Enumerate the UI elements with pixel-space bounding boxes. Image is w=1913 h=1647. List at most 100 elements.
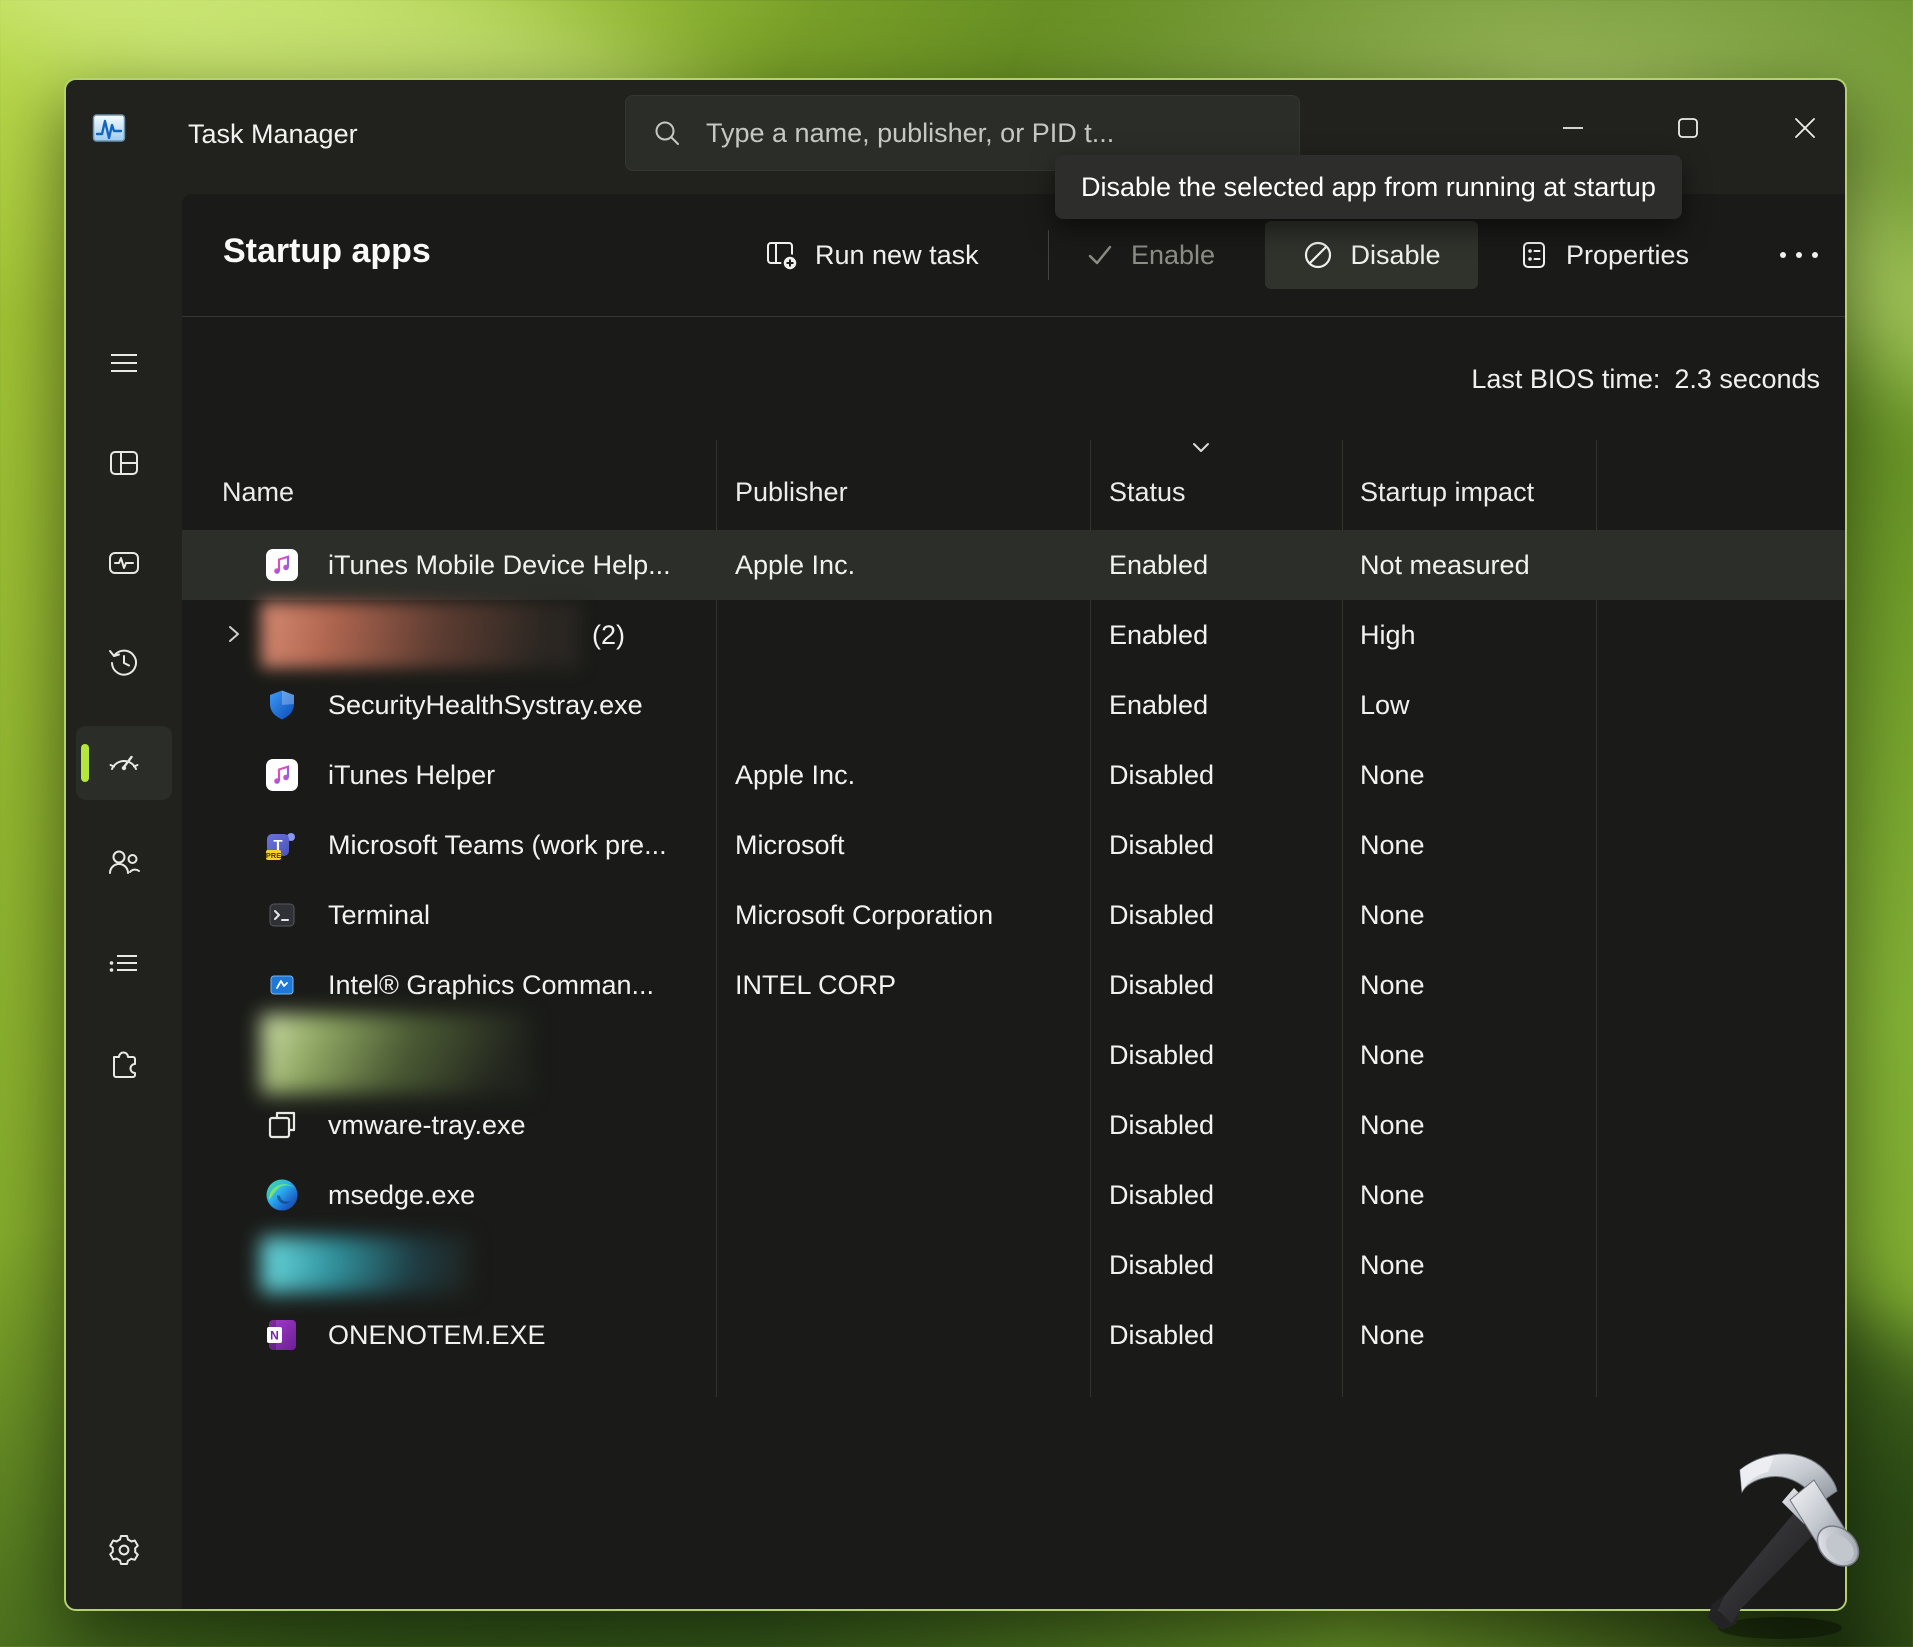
table-row[interactable]: Disabled None xyxy=(182,1230,1845,1300)
row-startup-impact-cell: Not measured xyxy=(1360,530,1530,600)
sidebar-item-startup-apps[interactable] xyxy=(76,726,172,800)
enable-label: Enable xyxy=(1131,240,1215,271)
table-row[interactable]: Intel® Graphics Comman...INTEL CORPDisab… xyxy=(182,950,1845,1020)
table-row[interactable]: TPREMicrosoft Teams (work pre...Microsof… xyxy=(182,810,1845,880)
more-options-button[interactable] xyxy=(1771,221,1827,289)
row-status-cell: Disabled xyxy=(1109,1160,1214,1230)
column-header-startup-impact[interactable]: Startup impact xyxy=(1360,477,1534,508)
properties-button[interactable]: Properties xyxy=(1518,221,1689,289)
window-title: Task Manager xyxy=(188,80,358,194)
blurred-red-app-icon xyxy=(261,602,579,668)
disable-label: Disable xyxy=(1350,240,1440,271)
column-header-status[interactable]: Status xyxy=(1109,477,1186,508)
tooltip: Disable the selected app from running at… xyxy=(1055,155,1682,219)
page-title: Startup apps xyxy=(223,232,431,271)
properties-icon xyxy=(1518,239,1550,271)
row-publisher-cell: Microsoft xyxy=(735,810,845,880)
run-new-task-icon xyxy=(765,238,799,272)
row-startup-impact-cell: High xyxy=(1360,600,1416,670)
blurred-green-app-icon xyxy=(261,1014,529,1094)
startup-apps-icon xyxy=(105,744,143,782)
sidebar-item-processes[interactable] xyxy=(76,426,172,500)
row-publisher-cell: Apple Inc. xyxy=(735,530,855,600)
row-status-cell: Disabled xyxy=(1109,740,1214,810)
maximize-button[interactable] xyxy=(1659,98,1717,158)
row-startup-impact-cell: Low xyxy=(1360,670,1410,740)
row-startup-impact-cell: None xyxy=(1360,1160,1425,1230)
vmware-tray-icon xyxy=(265,1108,299,1142)
column-header-publisher[interactable]: Publisher xyxy=(735,477,848,508)
toolbar-divider xyxy=(182,316,1845,317)
terminal-icon xyxy=(265,898,299,932)
task-manager-app-icon xyxy=(92,111,126,145)
row-status-cell: Enabled xyxy=(1109,530,1208,600)
table-row[interactable]: msedge.exe Disabled None xyxy=(182,1160,1845,1230)
task-manager-window: Task Manager Type a name, publisher, or … xyxy=(64,78,1847,1611)
enable-button[interactable]: Enable xyxy=(1085,221,1215,289)
last-bios-label: Last BIOS time: xyxy=(1471,364,1660,394)
svg-text:PRE: PRE xyxy=(266,851,281,860)
row-name-cell: iTunes Helper xyxy=(328,740,495,810)
row-status-cell: Disabled xyxy=(1109,1230,1214,1300)
sidebar-item-users[interactable] xyxy=(76,826,172,900)
row-publisher-cell: Microsoft Corporation xyxy=(735,880,993,950)
row-publisher-cell: INTEL CORP xyxy=(735,950,896,1020)
row-status-cell: Disabled xyxy=(1109,880,1214,950)
run-new-task-button[interactable]: Run new task xyxy=(765,221,979,289)
row-status-cell: Disabled xyxy=(1109,1020,1214,1090)
row-name-cell: msedge.exe xyxy=(328,1160,475,1230)
sidebar-item-app-history[interactable] xyxy=(76,626,172,700)
row-startup-impact-cell: None xyxy=(1360,1090,1425,1160)
sidebar-item-performance[interactable] xyxy=(76,526,172,600)
itunes-icon xyxy=(265,548,299,582)
table-row[interactable]: vmware-tray.exe Disabled None xyxy=(182,1090,1845,1160)
sidebar-item-settings[interactable] xyxy=(76,1513,172,1587)
row-name-cell: vmware-tray.exe xyxy=(328,1090,526,1160)
column-header-name[interactable]: Name xyxy=(222,477,294,508)
table-row[interactable]: Terminal Microsoft Corporation Disabled Non… xyxy=(182,880,1845,950)
search-icon xyxy=(652,118,682,148)
minimize-button[interactable] xyxy=(1544,98,1602,158)
sidebar xyxy=(66,194,182,1609)
chevron-down-icon xyxy=(1188,440,1214,456)
hamburger-icon xyxy=(107,346,141,380)
hammer-cursor-image xyxy=(1688,1438,1900,1647)
edge-icon xyxy=(265,1178,299,1212)
sidebar-item-menu[interactable] xyxy=(76,326,172,400)
details-icon xyxy=(106,945,142,981)
row-name-cell: (2) xyxy=(592,600,625,670)
app-history-icon xyxy=(106,645,142,681)
blurred-teal-app-icon xyxy=(261,1237,469,1293)
windows-security-shield-icon xyxy=(265,688,299,722)
table-row[interactable]: (2)EnabledHigh xyxy=(182,600,1845,670)
row-startup-impact-cell: None xyxy=(1360,880,1425,950)
services-icon xyxy=(105,1044,143,1082)
table-row[interactable]: DisabledNone xyxy=(182,1020,1845,1090)
performance-icon xyxy=(106,545,142,581)
row-status-cell: Disabled xyxy=(1109,1090,1214,1160)
sidebar-item-services[interactable] xyxy=(76,1026,172,1100)
row-startup-impact-cell: None xyxy=(1360,1230,1425,1300)
onenote-icon: N xyxy=(265,1318,299,1352)
table-row[interactable]: iTunes HelperApple Inc.DisabledNone xyxy=(182,740,1845,810)
row-name-cell: iTunes Mobile Device Help... xyxy=(328,530,671,600)
users-icon xyxy=(106,845,142,881)
sidebar-item-details[interactable] xyxy=(76,926,172,1000)
processes-icon xyxy=(107,446,141,480)
last-bios-value: 2.3 seconds xyxy=(1674,364,1820,394)
row-startup-impact-cell: None xyxy=(1360,1300,1425,1370)
row-startup-impact-cell: None xyxy=(1360,810,1425,880)
row-startup-impact-cell: None xyxy=(1360,950,1425,1020)
row-name-cell: Microsoft Teams (work pre... xyxy=(328,810,667,880)
table-row[interactable]: SecurityHealthSystray.exeEnabledLow xyxy=(182,670,1845,740)
search-placeholder: Type a name, publisher, or PID t... xyxy=(706,118,1114,149)
svg-text:N: N xyxy=(270,1329,279,1343)
expand-chevron-icon[interactable] xyxy=(224,621,244,647)
table-row[interactable]: NONENOTEM.EXEDisabledNone xyxy=(182,1300,1845,1370)
row-status-cell: Disabled xyxy=(1109,810,1214,880)
table-row[interactable]: iTunes Mobile Device Help... Apple Inc. En… xyxy=(182,530,1845,600)
disable-button[interactable]: Disable xyxy=(1265,221,1478,289)
row-name-cell: Terminal xyxy=(328,880,430,950)
row-name-cell: SecurityHealthSystray.exe xyxy=(328,670,643,740)
close-button[interactable] xyxy=(1776,98,1834,158)
